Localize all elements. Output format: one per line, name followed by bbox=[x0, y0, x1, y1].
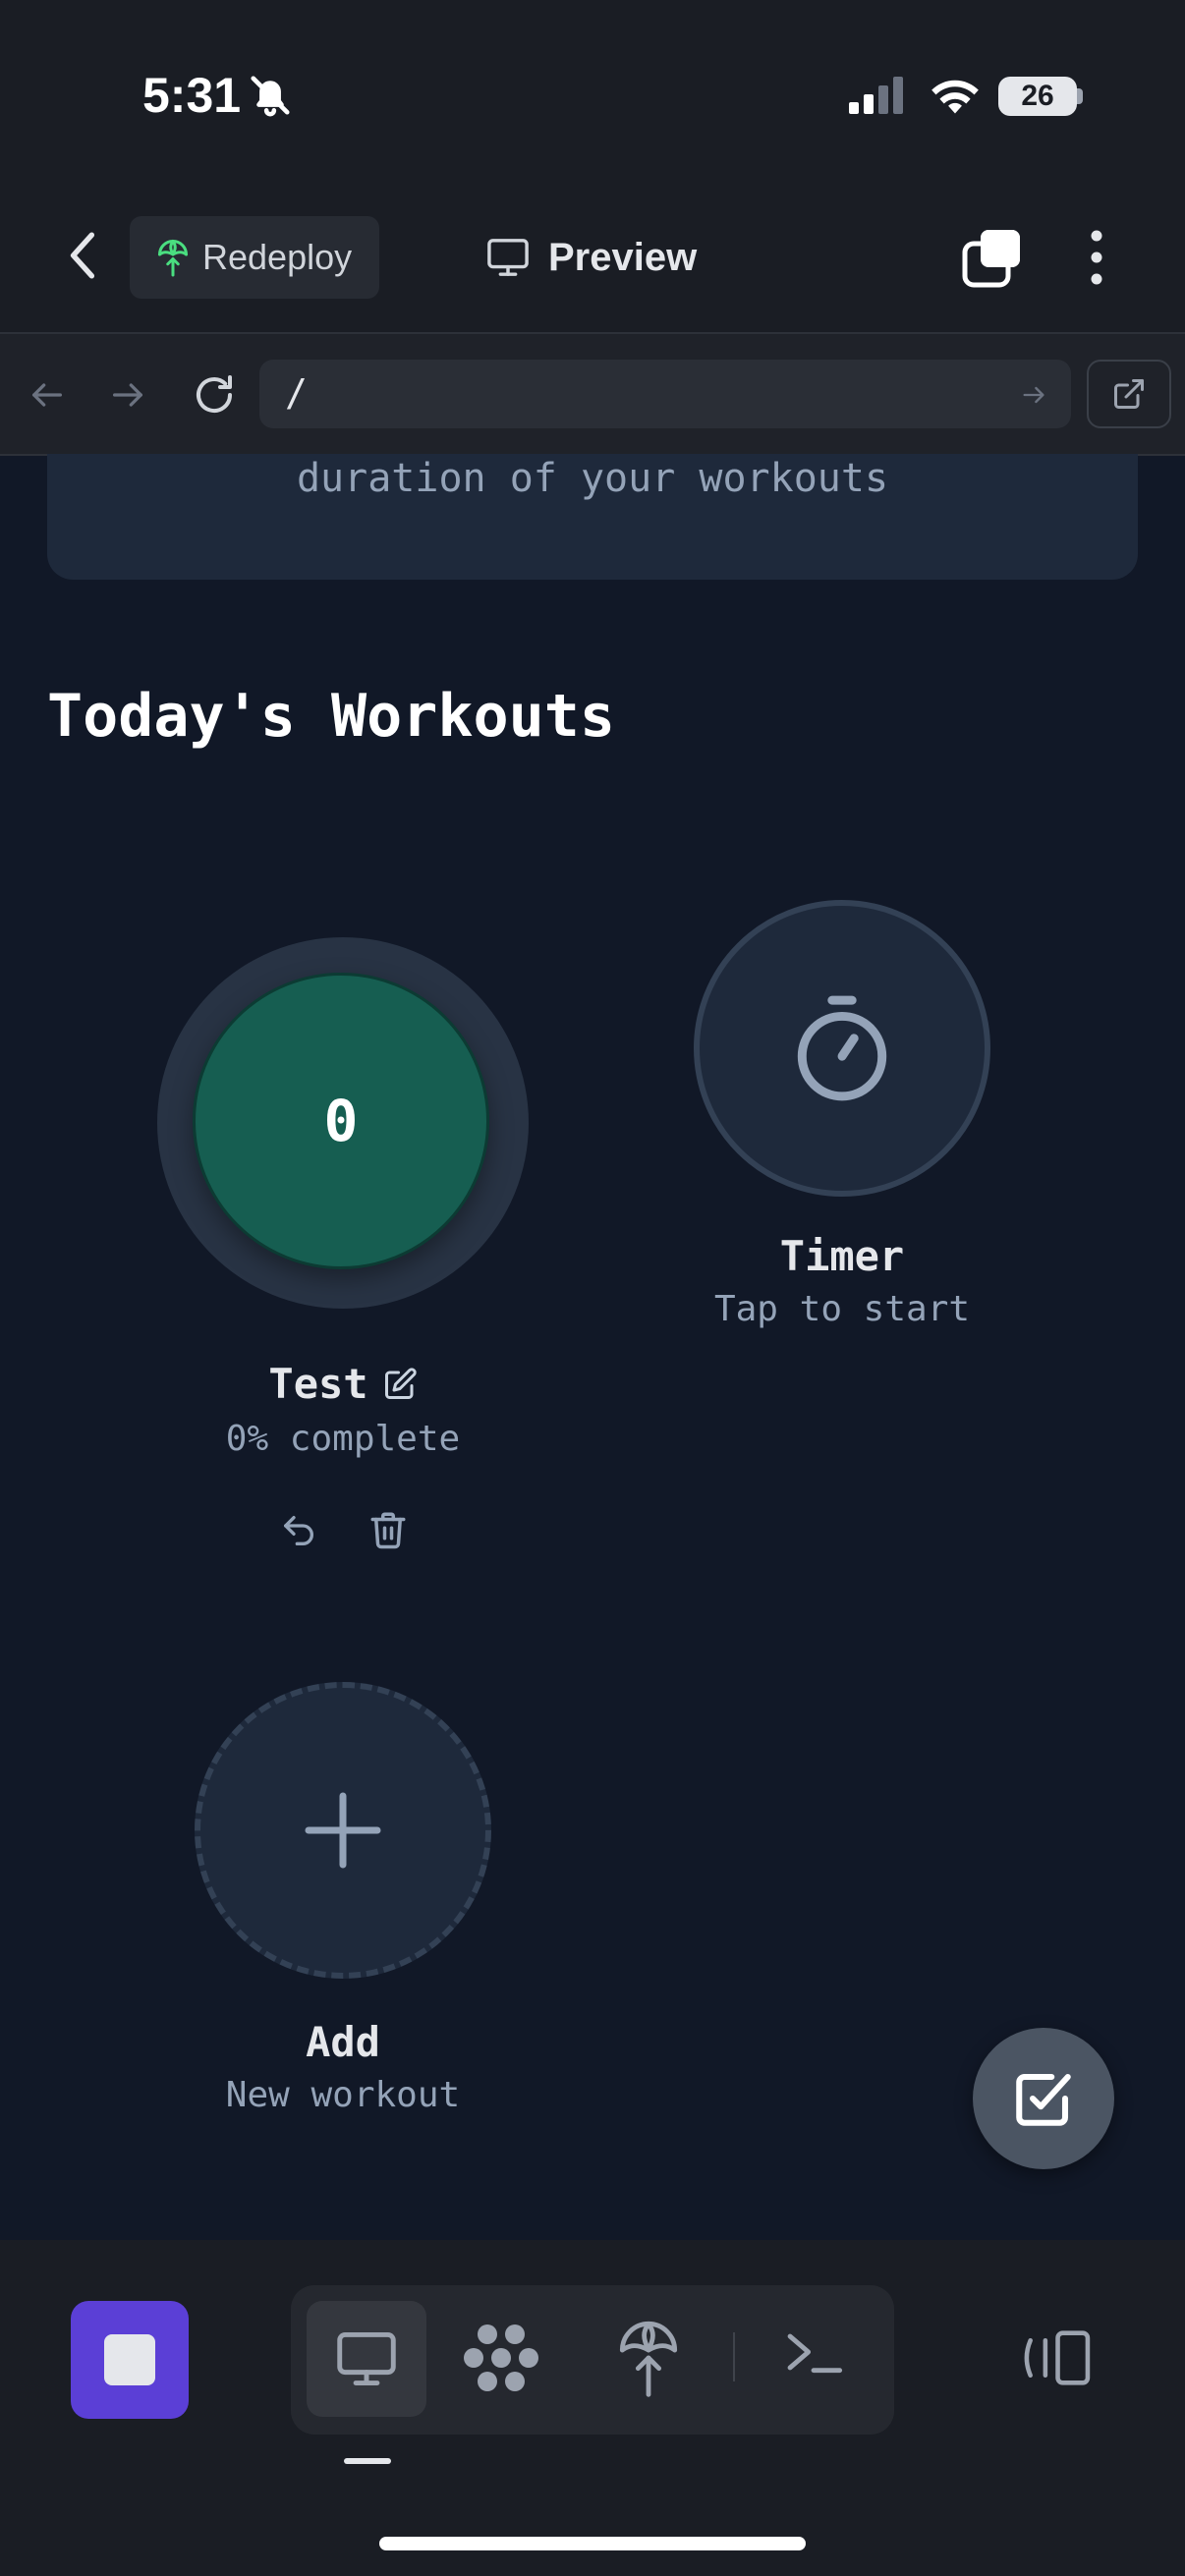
arrow-right-icon[interactable] bbox=[108, 375, 147, 415]
desktop-tool-button[interactable] bbox=[307, 2301, 426, 2417]
add-title: Add bbox=[306, 2018, 380, 2066]
monitor-icon bbox=[487, 239, 529, 276]
redeploy-button[interactable]: Redeploy bbox=[130, 216, 379, 299]
plus-icon bbox=[305, 1792, 381, 1869]
more-vertical-icon[interactable] bbox=[1081, 228, 1112, 287]
chevron-left-icon[interactable] bbox=[59, 226, 108, 285]
stop-button[interactable] bbox=[71, 2301, 189, 2419]
edit-icon[interactable] bbox=[382, 1367, 418, 1402]
section-title: Today's Workouts bbox=[47, 682, 615, 751]
sequence-icon[interactable] bbox=[462, 2319, 540, 2397]
home-indicator bbox=[379, 2537, 806, 2550]
trash-icon[interactable] bbox=[367, 1509, 409, 1550]
status-time: 5:31 bbox=[142, 68, 242, 123]
stop-icon bbox=[104, 2334, 155, 2385]
arrow-right-icon[interactable] bbox=[1020, 381, 1047, 409]
stopwatch-icon bbox=[797, 995, 887, 1101]
undo-icon[interactable] bbox=[279, 1511, 318, 1550]
battery-cap bbox=[1077, 88, 1083, 104]
deploy-icon bbox=[158, 240, 188, 277]
workout-name-row: Test bbox=[157, 1360, 529, 1408]
open-external-button[interactable] bbox=[1087, 360, 1171, 428]
workout-progress-text: 0% complete bbox=[225, 1419, 461, 1459]
url-input[interactable] bbox=[259, 360, 1071, 428]
redeploy-label: Redeploy bbox=[202, 237, 353, 277]
deploy-icon[interactable] bbox=[617, 2319, 680, 2397]
preview-tab[interactable]: Preview bbox=[485, 228, 697, 287]
timer-subtitle: Tap to start bbox=[713, 1289, 971, 1329]
preview-label: Preview bbox=[548, 235, 698, 279]
tabs-icon[interactable] bbox=[961, 228, 1024, 289]
battery-indicator: 26 bbox=[998, 77, 1077, 116]
external-link-icon bbox=[1114, 379, 1144, 409]
shell-icon[interactable] bbox=[782, 2321, 845, 2383]
check-square-icon bbox=[1016, 2073, 1071, 2126]
workout-name: Test bbox=[268, 1360, 368, 1408]
workout-count: 0 bbox=[323, 1088, 359, 1154]
workout-counter-button[interactable]: 0 bbox=[193, 973, 489, 1269]
bell-slash-icon bbox=[251, 76, 290, 117]
wifi-icon bbox=[931, 80, 979, 114]
complete-fab-button[interactable] bbox=[973, 2028, 1114, 2169]
add-workout-button[interactable] bbox=[195, 1682, 491, 1979]
split-view-icon[interactable] bbox=[1018, 2326, 1093, 2389]
tool-divider bbox=[733, 2332, 735, 2381]
desktop-icon bbox=[337, 2332, 396, 2385]
url-text: / bbox=[285, 371, 308, 415]
signal-icon bbox=[849, 77, 903, 114]
reload-icon[interactable] bbox=[191, 371, 238, 419]
arrow-left-icon[interactable] bbox=[28, 375, 67, 415]
add-subtitle: New workout bbox=[225, 2075, 461, 2115]
active-tab-indicator bbox=[344, 2458, 391, 2464]
info-card-text: duration of your workouts bbox=[296, 456, 889, 501]
timer-button[interactable] bbox=[694, 900, 990, 1197]
timer-title: Timer bbox=[779, 1232, 905, 1280]
